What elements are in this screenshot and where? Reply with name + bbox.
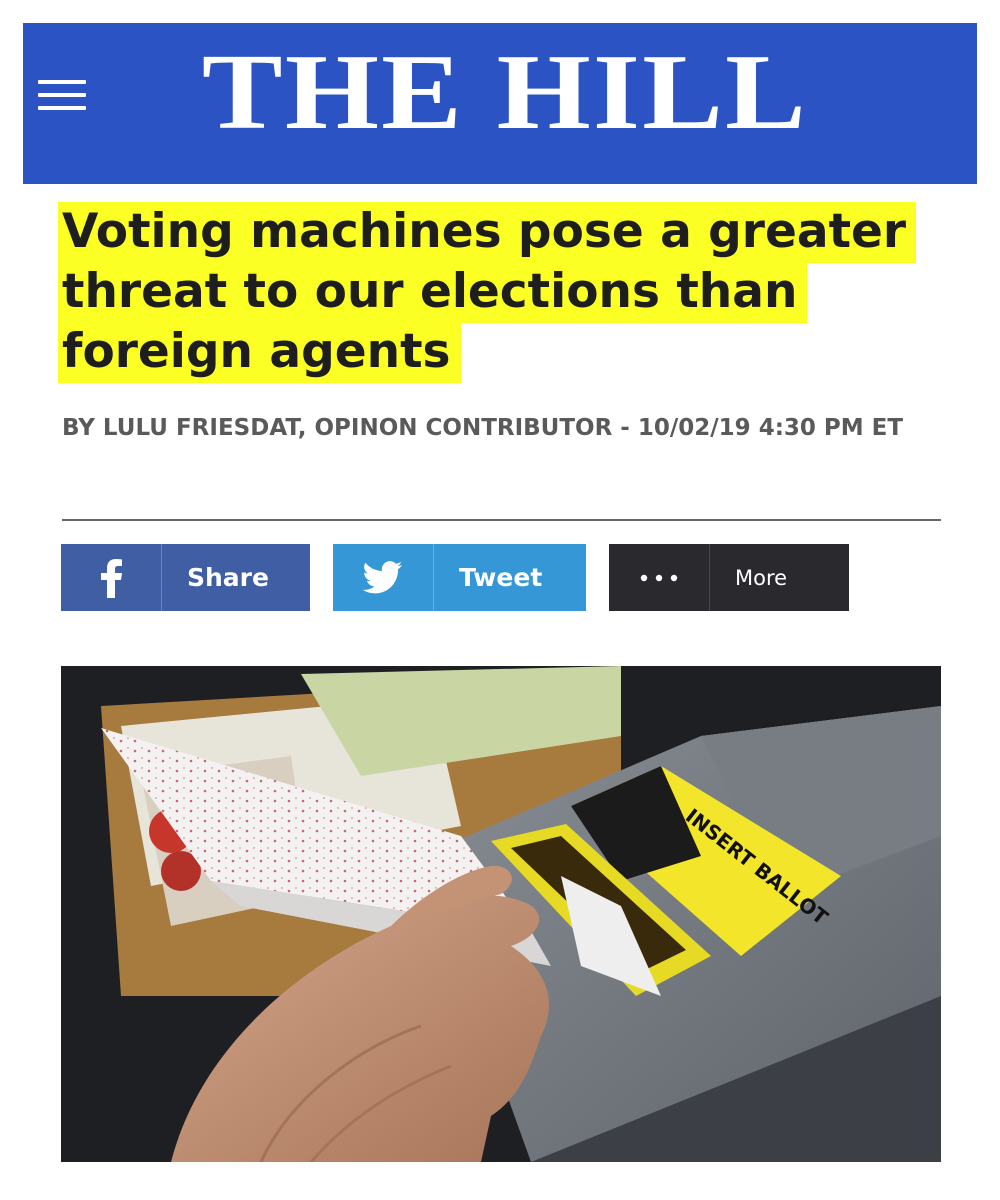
article-byline: BY LULU FRIESDAT, OPINON CONTRIBUTOR - 1… (62, 415, 904, 441)
headline-highlight: Voting machines pose a greater threat to… (58, 202, 917, 383)
more-share-button[interactable]: More (609, 544, 849, 611)
share-label: Share (187, 563, 269, 592)
hamburger-menu-icon[interactable] (38, 80, 86, 112)
byline-divider (62, 519, 941, 521)
twitter-tweet-button[interactable]: Tweet (333, 544, 586, 611)
article-headline: Voting machines pose a greater threat to… (58, 202, 958, 383)
more-label: More (735, 565, 788, 590)
facebook-icon (61, 544, 162, 611)
article-photo: INSERT BALLOT (61, 666, 941, 1162)
tweet-label: Tweet (459, 563, 543, 592)
site-logo[interactable]: THE HILL (158, 38, 852, 148)
ellipsis-icon (609, 544, 710, 611)
site-header: THE HILL (23, 23, 977, 184)
twitter-bird-icon (333, 544, 434, 611)
facebook-share-button[interactable]: Share (61, 544, 310, 611)
